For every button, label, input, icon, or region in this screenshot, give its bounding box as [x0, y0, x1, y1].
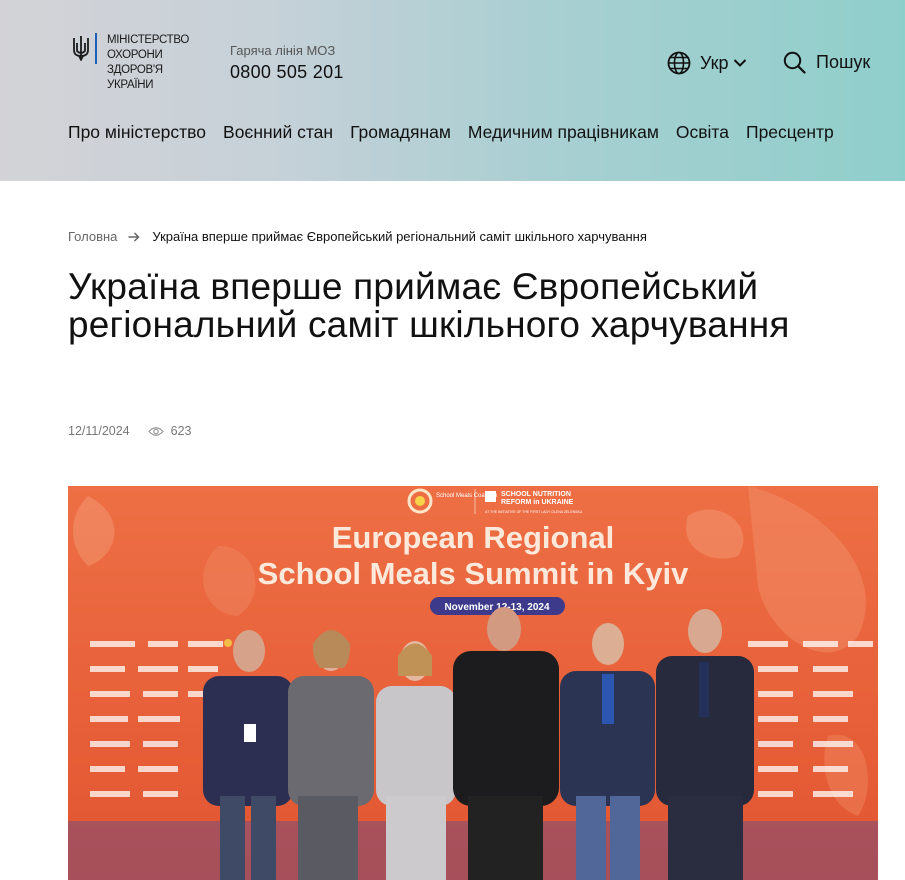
page-title: Україна вперше приймає Європейський регі… — [68, 266, 790, 345]
eye-icon — [147, 426, 164, 436]
hotline: Гаряча лінія МОЗ 0800 505 201 — [230, 43, 344, 83]
reform-logo-line2: REFORM in UKRAINE — [501, 499, 574, 506]
logo-divider — [95, 33, 97, 95]
logo-line: здоров'я — [107, 64, 163, 76]
breadcrumb: Головна Україна вперше приймає Європейсь… — [68, 229, 647, 244]
search-button[interactable]: Пошук — [783, 51, 870, 74]
ministry-logo[interactable]: Міністерство охорони здоров'я України — [72, 33, 190, 95]
view-count-value: 623 — [170, 424, 192, 438]
globe-icon — [667, 51, 691, 75]
nav-item-education[interactable]: Освіта — [676, 122, 729, 143]
nav-item-medical-workers[interactable]: Медичним працівникам — [468, 122, 659, 143]
arrow-right-icon — [128, 231, 140, 242]
article-photo: School Meals Coalition SCHOOL NUTRITION … — [68, 486, 878, 880]
article-meta: 12/11/2024 623 — [68, 424, 192, 438]
hotline-number[interactable]: 0800 505 201 — [230, 62, 344, 83]
trident-icon — [73, 36, 89, 61]
nav-item-press-center[interactable]: Пресцентр — [746, 122, 834, 143]
search-icon — [783, 51, 806, 74]
hotline-label: Гаряча лінія МОЗ — [230, 43, 336, 58]
summit-title-line2: School Meals Summit in Kyiv — [258, 556, 689, 591]
language-switcher[interactable]: Укр — [667, 51, 747, 75]
site-header: Міністерство охорони здоров'я України Га… — [0, 0, 905, 181]
breadcrumb-home[interactable]: Головна — [68, 229, 117, 244]
chevron-down-icon — [733, 59, 746, 67]
summit-title-line1: European Regional — [332, 520, 614, 555]
breadcrumb-current: Україна вперше приймає Європейський регі… — [152, 229, 647, 244]
nav-item-citizens[interactable]: Громадянам — [350, 122, 451, 143]
search-label: Пошук — [816, 52, 871, 72]
logo-text: Міністерство охорони здоров'я України — [107, 33, 190, 93]
view-count: 623 — [147, 424, 192, 438]
language-label: Укр — [700, 52, 729, 73]
logo-line: України — [107, 79, 154, 91]
nav-item-martial-law[interactable]: Воєнний стан — [223, 122, 333, 143]
logo-line: Міністерство — [107, 34, 190, 46]
logo-line: охорони — [107, 49, 163, 61]
nav-item-about[interactable]: Про міністерство — [68, 122, 206, 143]
summit-photo: School Meals Coalition SCHOOL NUTRITION … — [68, 486, 878, 880]
publish-date: 12/11/2024 — [68, 424, 130, 438]
main-nav: Про міністерство Воєнний стан Громадянам… — [68, 122, 851, 143]
reform-logo-line1: SCHOOL NUTRITION — [501, 491, 571, 498]
reform-logo-sub: AT THE INITIATIVE OF THE FIRST LADY OLEN… — [485, 510, 583, 514]
